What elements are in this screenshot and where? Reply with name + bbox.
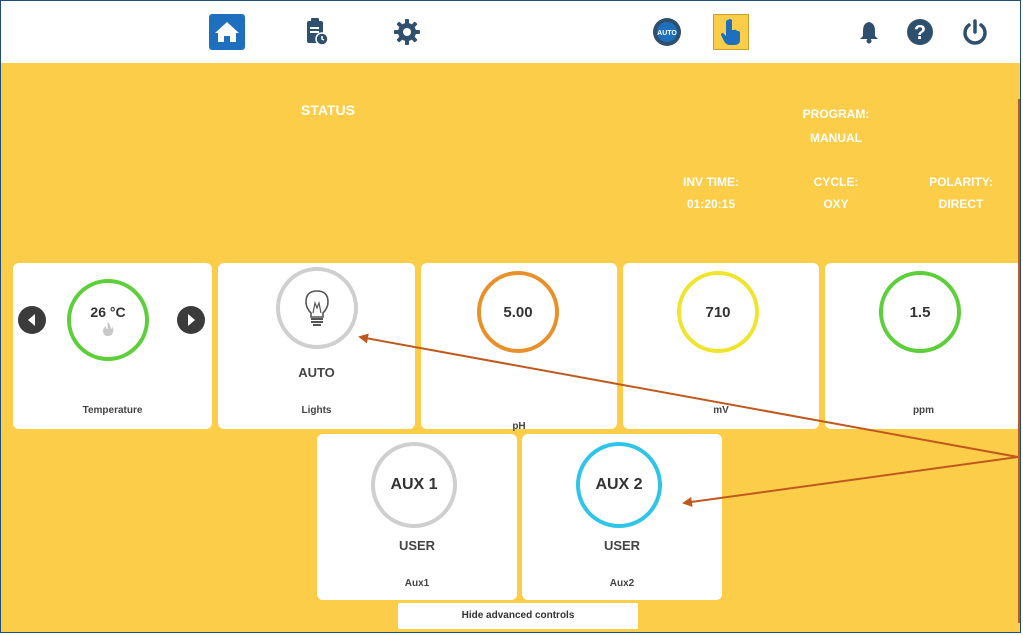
lights-label: Lights [301,405,332,416]
aux2-card[interactable]: AUX 2 USER Aux2 [522,434,722,600]
lights-ring [276,267,358,349]
notifications-button[interactable] [851,14,887,50]
ph-value: 5.00 [503,303,533,321]
settings-button[interactable] [389,14,425,50]
aux1-ring: AUX 1 [371,442,457,528]
inv-time-value: 01:20:15 [686,197,736,211]
temperature-card[interactable]: 26 °C Temperature [13,263,212,429]
top-toolbar: AUTO ? [1,1,1020,63]
hand-pointer-icon [721,19,740,45]
temperature-label: Temperature [82,405,143,416]
mv-label: mV [713,405,729,416]
polarity-label: POLARITY: [929,175,993,189]
bell-icon [860,22,878,44]
temperature-increase-button[interactable] [177,306,205,334]
mv-value: 710 [705,303,731,321]
chevron-right-icon [188,314,195,326]
ph-card[interactable]: 5.00 pH [421,263,617,432]
svg-text:?: ? [914,22,926,44]
aux2-mode: USER [603,538,641,553]
clipboard-clock-icon [307,18,329,46]
cycle-label: CYCLE: [813,175,859,189]
aux1-label: Aux1 [404,578,430,589]
ph-label: pH [512,421,526,432]
aux2-label: Aux2 [609,578,635,589]
lightbulb-icon [305,290,329,326]
mv-card[interactable]: 710 mV [623,263,819,429]
mv-ring: 710 [677,271,759,353]
ppm-value: 1.5 [909,303,931,321]
help-icon: ? [907,19,933,45]
home-button[interactable] [209,14,245,50]
polarity-info: POLARITY: DIRECT [916,173,1006,213]
aux1-value: AUX 1 [390,476,438,493]
annotation-bracket [1018,99,1020,623]
ppm-card[interactable]: 1.5 ppm [825,263,1020,429]
aux2-ring: AUX 2 [576,442,662,528]
hide-advanced-controls-button[interactable]: Hide advanced controls [398,603,638,629]
ph-ring: 5.00 [477,271,559,353]
temperature-value: 26 °C [90,304,126,320]
power-icon [963,19,987,45]
power-button[interactable] [957,14,993,50]
aux1-card[interactable]: AUX 1 USER Aux1 [317,434,517,600]
auto-mode-button[interactable]: AUTO [649,14,685,50]
polarity-value: DIRECT [938,197,984,211]
chevron-left-icon [28,314,35,326]
app-window: AUTO ? STATUS PROGRAM: MANUAL INV TIME: … [0,0,1021,633]
program-label: PROGRAM: [802,107,870,121]
inv-time-label: INV TIME: [683,175,739,189]
lights-card[interactable]: AUTO Lights [218,263,415,429]
cycle-info: CYCLE: OXY [791,173,881,213]
program-info: PROGRAM: MANUAL [791,105,881,147]
temperature-ring: 26 °C [67,279,149,361]
annotation-arrow-aux2 [682,456,1019,507]
ppm-ring: 1.5 [879,271,961,353]
svg-text:AUTO: AUTO [657,30,677,37]
report-button[interactable] [299,14,335,50]
lights-mode: AUTO [298,365,335,380]
temperature-decrease-button[interactable] [18,306,46,334]
cycle-value: OXY [823,197,849,211]
ppm-label: ppm [912,405,935,416]
status-title: STATUS [301,102,355,118]
home-icon [215,22,239,42]
manual-mode-button[interactable] [713,14,749,50]
inv-time-info: INV TIME: 01:20:15 [666,173,756,213]
auto-badge-icon: AUTO [653,18,681,46]
aux1-mode: USER [398,538,436,553]
aux2-value: AUX 2 [595,476,643,493]
flame-icon [103,322,114,336]
gear-icon [394,19,420,45]
help-button[interactable]: ? [902,14,938,50]
program-value: MANUAL [810,131,862,145]
